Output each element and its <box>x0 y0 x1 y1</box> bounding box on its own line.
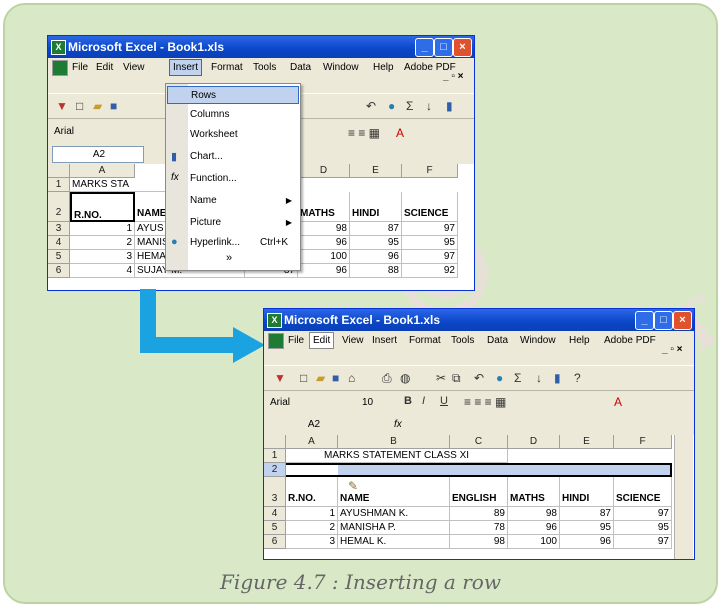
title-bar[interactable]: X Microsoft Excel - Book1.xls _ □ × <box>264 309 694 331</box>
cut-icon[interactable]: ✂ <box>436 371 446 385</box>
data-cell[interactable]: 95 <box>614 521 672 535</box>
undo-icon[interactable]: ↶ <box>474 371 484 385</box>
standard-toolbar: ▼ □ ▰ ■ ⌂ ⎙ ◍ ✂ ⧉ ↶ ● Σ ↓ ▮ ? <box>264 365 694 391</box>
data-cell[interactable]: 98 <box>450 535 508 549</box>
font-color-icon[interactable]: A <box>614 395 622 409</box>
name-box[interactable]: A2 <box>268 417 358 432</box>
hyperlink-icon[interactable]: ● <box>496 371 503 385</box>
row-header[interactable]: 1 <box>264 449 286 463</box>
excel-window-after: X Microsoft Excel - Book1.xls _ □ × File… <box>263 308 695 560</box>
document-icon <box>268 333 284 349</box>
help-icon[interactable]: ? <box>574 371 581 385</box>
close-icon[interactable]: × <box>673 311 692 330</box>
window-title: Microsoft Excel - Book1.xls <box>284 313 441 327</box>
title-cell[interactable]: MARKS STATEMENT CLASS XI <box>286 449 508 463</box>
menu-format[interactable]: Format <box>409 335 441 346</box>
italic-button[interactable]: I <box>422 395 425 407</box>
header-cell[interactable]: SCIENCE <box>614 477 672 507</box>
figure-caption: Figure 4.7 : Inserting a row <box>220 570 501 594</box>
menu-insert[interactable]: Insert <box>372 335 397 346</box>
vertical-scrollbar[interactable] <box>674 435 693 559</box>
maximize-icon[interactable]: □ <box>654 311 673 330</box>
data-cell[interactable]: 100 <box>508 535 560 549</box>
column-header[interactable]: D <box>508 435 560 449</box>
menu-view[interactable]: View <box>342 335 364 346</box>
column-header[interactable]: F <box>614 435 672 449</box>
print-icon[interactable]: ⎙ <box>382 371 392 386</box>
data-cell[interactable]: 3 <box>286 535 338 549</box>
header-cell[interactable]: NAME <box>338 477 450 507</box>
menu-edit[interactable]: Edit <box>309 332 335 349</box>
row-header[interactable]: 3 <box>264 477 286 507</box>
sort-icon[interactable]: ↓ <box>536 371 542 385</box>
permission-icon[interactable]: ⌂ <box>348 371 355 385</box>
column-header[interactable]: A <box>286 435 338 449</box>
select-all-corner[interactable] <box>264 435 286 449</box>
row-header[interactable]: 6 <box>264 535 286 549</box>
menu-bar: File Edit View Insert Format Tools Data … <box>264 332 694 355</box>
fx-icon[interactable]: fx <box>394 419 402 430</box>
pdf-icon[interactable]: ▼ <box>274 371 286 385</box>
arrow-head <box>233 327 265 363</box>
print-preview-icon[interactable]: ◍ <box>400 371 410 385</box>
menu-tools[interactable]: Tools <box>451 335 474 346</box>
inserted-row[interactable] <box>286 463 672 477</box>
data-cell[interactable]: 95 <box>560 521 614 535</box>
data-cell[interactable]: 78 <box>450 521 508 535</box>
column-header[interactable]: C <box>450 435 508 449</box>
data-cell[interactable]: 89 <box>450 507 508 521</box>
align-icon[interactable]: ≡ ≡ ≡ ▦ <box>464 395 506 409</box>
open-icon[interactable]: ▰ <box>316 371 325 385</box>
data-cell[interactable]: AYUSHMAN K. <box>338 507 450 521</box>
header-cell[interactable]: R.NO. <box>286 477 338 507</box>
data-cell[interactable]: MANISHA P. <box>338 521 450 535</box>
bold-button[interactable]: B <box>404 395 412 407</box>
figure-card: © NCERT repu X Microsoft Excel - Book1.x… <box>3 3 718 604</box>
minimize-icon[interactable]: _ <box>635 311 654 330</box>
data-cell[interactable]: 96 <box>560 535 614 549</box>
doc-window-controls[interactable]: _ ▫ × <box>662 344 683 355</box>
row-header[interactable]: 5 <box>264 521 286 535</box>
row-header[interactable]: 4 <box>264 507 286 521</box>
font-size[interactable]: 10 <box>360 395 392 410</box>
menu-window[interactable]: Window <box>520 335 556 346</box>
autosum-icon[interactable]: Σ <box>514 371 521 385</box>
data-cell[interactable]: 98 <box>508 507 560 521</box>
data-cell[interactable]: 87 <box>560 507 614 521</box>
menu-file[interactable]: File <box>288 335 304 346</box>
underline-button[interactable]: U <box>440 395 448 407</box>
data-cell[interactable]: 2 <box>286 521 338 535</box>
column-header[interactable]: B <box>338 435 450 449</box>
copy-icon[interactable]: ⧉ <box>452 371 461 386</box>
data-cell[interactable]: 97 <box>614 507 672 521</box>
active-cell[interactable] <box>286 465 338 475</box>
column-header[interactable]: E <box>560 435 614 449</box>
header-cell[interactable]: MATHS <box>508 477 560 507</box>
menu-data[interactable]: Data <box>487 335 508 346</box>
arrow-shaft <box>140 289 235 353</box>
excel-icon: X <box>267 313 282 328</box>
row-header-selected[interactable]: 2 <box>264 463 286 477</box>
data-cell[interactable]: 97 <box>614 535 672 549</box>
data-cell[interactable]: HEMAL K. <box>338 535 450 549</box>
spreadsheet-grid: A B C D E F 1 MARKS STATEMENT CLASS XI 2… <box>264 435 694 559</box>
save-icon[interactable]: ■ <box>332 371 339 385</box>
data-cell[interactable]: 1 <box>286 507 338 521</box>
menu-adobe-pdf[interactable]: Adobe PDF <box>604 335 656 346</box>
chart-icon[interactable]: ▮ <box>554 371 561 385</box>
font-name[interactable]: Arial <box>268 395 350 410</box>
new-icon[interactable]: □ <box>300 371 307 385</box>
data-cell[interactable]: 96 <box>508 521 560 535</box>
header-cell[interactable]: ENGLISH <box>450 477 508 507</box>
menu-help[interactable]: Help <box>569 335 590 346</box>
header-cell[interactable]: HINDI <box>560 477 614 507</box>
